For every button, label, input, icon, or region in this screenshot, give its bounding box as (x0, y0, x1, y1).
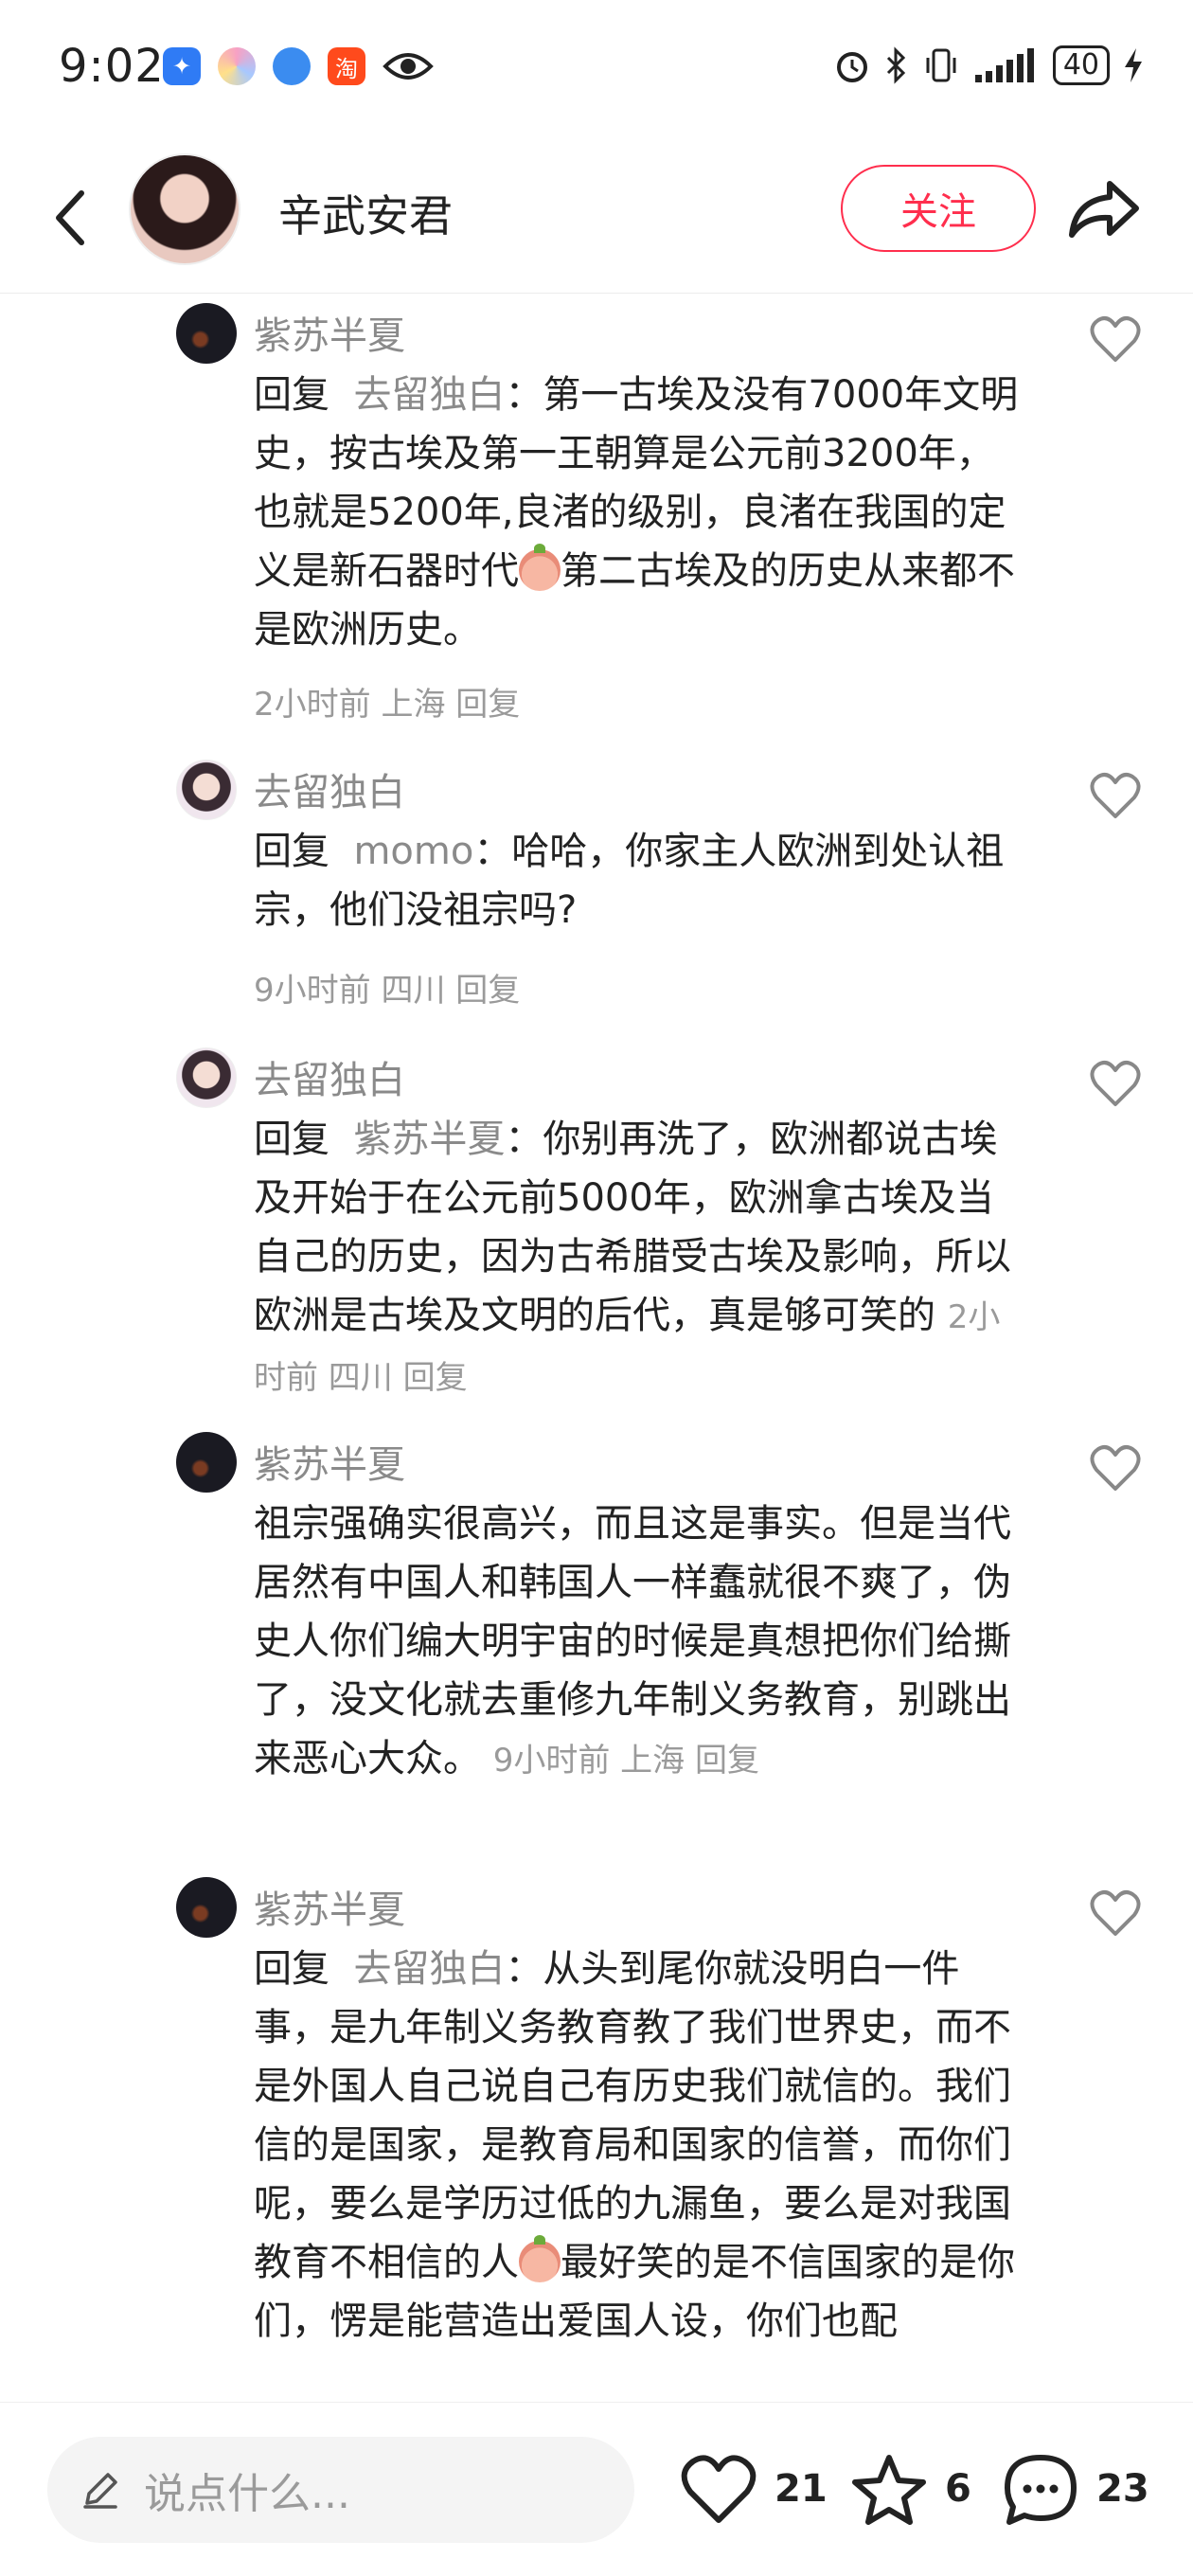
share-icon[interactable] (1066, 176, 1142, 242)
comment-text: 祖宗强确实很高兴，而且这是事实。但是当代居然有中国人和韩国人一样蠢就很不爽了，伪… (254, 1494, 1030, 1790)
color-ring-app-icon (218, 47, 256, 85)
reply-prefix: 回复 (254, 1947, 329, 1991)
pencil-icon (83, 2473, 117, 2509)
reply-prefix: 回复 (254, 830, 329, 873)
heart-icon[interactable] (1089, 1443, 1142, 1493)
comment-item: 紫苏半夏 回复 去留独白：第一古埃及没有7000年文明史，按古埃及第一王朝算是公… (0, 301, 1193, 746)
commenter-avatar[interactable] (176, 1432, 237, 1493)
eye-icon (383, 53, 434, 80)
input-placeholder: 说点什么... (144, 2470, 350, 2518)
author-avatar[interactable] (129, 153, 240, 265)
bottom-bar: 说点什么... 21 6 23 (0, 2402, 1193, 2576)
commenter-avatar[interactable] (176, 760, 237, 820)
follow-button[interactable]: 关注 (841, 165, 1036, 252)
comment-count: 23 (1096, 2467, 1149, 2511)
reply-prefix: 回复 (254, 1118, 329, 1161)
comment-item: 去留独白 回复 紫苏半夏：你别再洗了，欧洲都说古埃及开始于在公元前5000年，欧… (0, 1046, 1193, 1424)
chat-bubble-icon (1005, 2455, 1077, 2525)
status-time: 9:02 (59, 40, 165, 93)
comment-text-part: ：从头到尾你就没明白一件事，是九年制义务教育教了我们世界史，而不是外国人自己说自… (254, 1947, 1011, 2284)
like-button[interactable]: 21 (680, 2452, 828, 2526)
compass-app-icon: ✦ (163, 47, 201, 85)
status-app-icons: ✦ 淘 (163, 47, 434, 85)
comment-meta[interactable]: 9小时前 上海 回复 (493, 1742, 759, 1780)
comment-text: 回复 去留独白：从头到尾你就没明白一件事，是九年制义务教育教了我们世界史，而不是… (254, 1940, 1030, 2351)
commenter-name[interactable]: 紫苏半夏 (254, 305, 405, 360)
commenter-avatar[interactable] (176, 303, 237, 364)
status-indicators: 40 (833, 45, 1144, 85)
signal-icon (974, 48, 1034, 82)
commenter-avatar[interactable] (176, 1877, 237, 1938)
comment-item: 紫苏半夏 回复 去留独白：从头到尾你就没明白一件事，是九年制义务教育教了我们世界… (0, 1875, 1193, 2400)
vibrate-icon (926, 48, 956, 82)
commenter-name[interactable]: 去留独白 (254, 761, 405, 816)
heart-icon[interactable] (1089, 1888, 1142, 1938)
heart-icon[interactable] (1089, 771, 1142, 820)
peach-emoji-icon (519, 544, 561, 591)
commenter-name[interactable]: 紫苏半夏 (254, 1879, 405, 1934)
mention[interactable]: 去留独白 (353, 373, 505, 417)
like-count: 21 (775, 2467, 828, 2511)
comment-meta[interactable]: 9小时前 四川 回复 (254, 964, 520, 1011)
blue-app-icon (273, 47, 311, 85)
comment-button[interactable]: 23 (1002, 2452, 1149, 2526)
comment-item: 去留独白 回复 momo：哈哈，你家主人欧洲到处认祖宗，他们没祖宗吗? 9小时前… (0, 758, 1193, 1032)
back-arrow-icon[interactable] (42, 180, 98, 256)
commenter-name[interactable]: 去留独白 (254, 1049, 405, 1104)
heart-icon[interactable] (1089, 1059, 1142, 1108)
commenter-name[interactable]: 紫苏半夏 (254, 1434, 405, 1489)
mention[interactable]: 紫苏半夏 (353, 1118, 505, 1161)
comment-text-part: 祖宗强确实很高兴，而且这是事实。但是当代居然有中国人和韩国人一样蠢就很不爽了，伪… (254, 1502, 1011, 1780)
commenter-avatar[interactable] (176, 1047, 237, 1108)
header: 辛武安君 关注 (0, 133, 1193, 294)
comment-list[interactable]: 紫苏半夏 回复 去留独白：第一古埃及没有7000年文明史，按古埃及第一王朝算是公… (0, 295, 1193, 2400)
heart-icon[interactable] (1089, 314, 1142, 364)
taobao-app-icon: 淘 (328, 47, 365, 85)
mention[interactable]: momo (353, 830, 473, 873)
status-bar: 9:02 ✦ 淘 40 (0, 0, 1193, 133)
comment-text: 回复 紫苏半夏：你别再洗了，欧洲都说古埃及开始于在公元前5000年，欧洲拿古埃及… (254, 1110, 1030, 1407)
comment-input[interactable]: 说点什么... (47, 2437, 634, 2543)
comment-item: 紫苏半夏 祖宗强确实很高兴，而且这是事实。但是当代居然有中国人和韩国人一样蠢就很… (0, 1430, 1193, 1866)
comment-text: 回复 momo：哈哈，你家主人欧洲到处认祖宗，他们没祖宗吗? (254, 822, 1030, 939)
comment-meta[interactable]: 2小时前 上海 回复 (254, 678, 520, 724)
charging-icon (1125, 48, 1142, 82)
comment-text: 回复 去留独白：第一古埃及没有7000年文明史，按古埃及第一王朝算是公元前320… (254, 366, 1030, 659)
bluetooth-icon (886, 46, 905, 84)
favorite-button[interactable]: 6 (850, 2452, 971, 2526)
favorite-count: 6 (945, 2467, 971, 2511)
alarm-icon (836, 52, 867, 82)
star-icon (852, 2455, 926, 2525)
peach-emoji-icon (519, 2235, 561, 2282)
battery-indicator: 40 (1052, 45, 1110, 85)
author-name[interactable]: 辛武安君 (278, 182, 453, 244)
heart-icon (681, 2455, 757, 2523)
mention[interactable]: 去留独白 (353, 1947, 505, 1991)
reply-prefix: 回复 (254, 373, 329, 417)
